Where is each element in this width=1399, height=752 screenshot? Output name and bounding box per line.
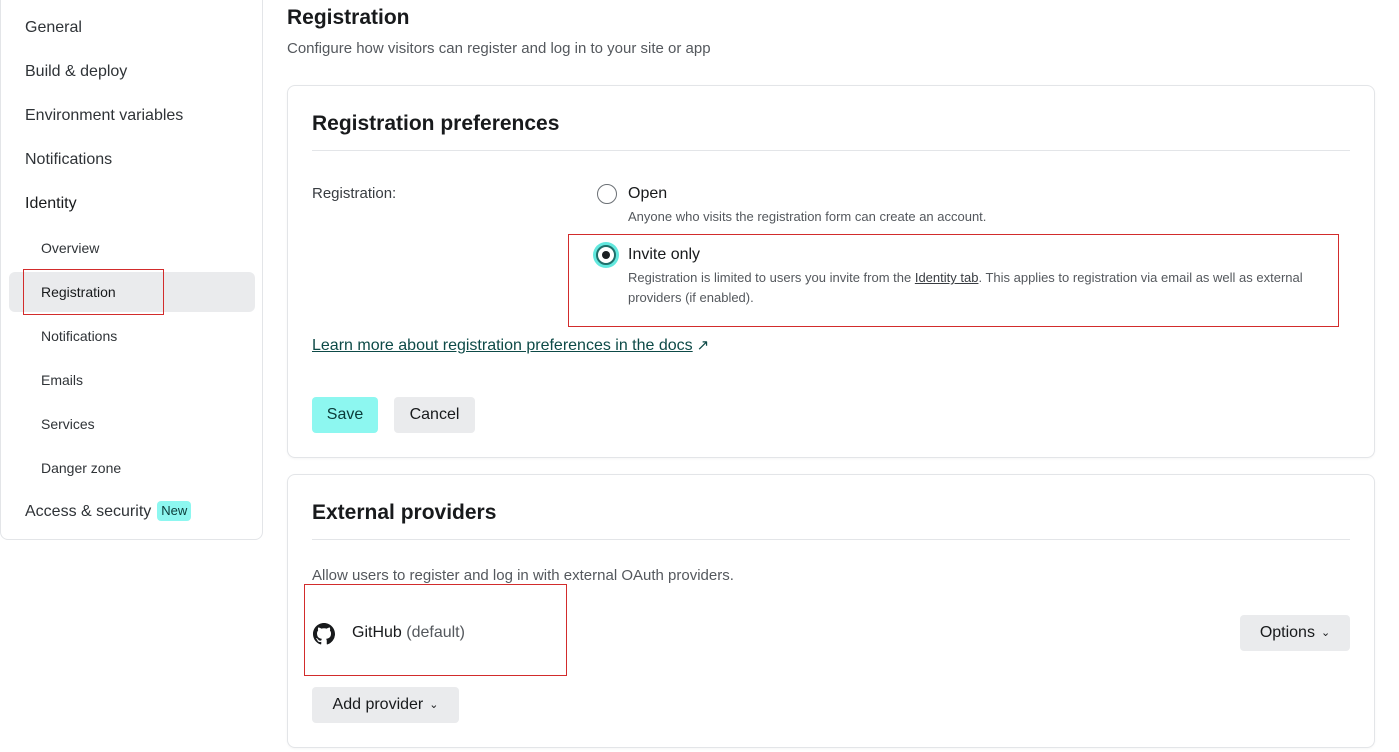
sidebar-subitem-services[interactable]: Services (41, 413, 95, 435)
card-title: Registration preferences (312, 112, 560, 135)
provider-row-github: GitHub (default) (352, 624, 465, 642)
sidebar-item-identity[interactable]: Identity (25, 192, 77, 216)
settings-sidebar: General Build & deploy Environment varia… (0, 0, 263, 540)
option-open-title[interactable]: Open (628, 185, 667, 203)
divider (312, 539, 1350, 540)
provider-options-button[interactable]: Options ⌄ (1240, 615, 1350, 651)
options-label: Options (1259, 624, 1315, 641)
sidebar-item-general[interactable]: General (25, 16, 82, 40)
divider (312, 150, 1350, 151)
github-icon (313, 623, 335, 645)
external-link-icon: ↗ (696, 337, 710, 354)
sidebar-subitem-registration[interactable]: Registration (41, 281, 116, 303)
sidebar-item-access-security[interactable]: Access & security New (25, 500, 192, 524)
sidebar-subitem-danger-zone[interactable]: Danger zone (41, 457, 121, 479)
cancel-button[interactable]: Cancel (394, 397, 475, 433)
chevron-down-icon: ⌄ (429, 699, 439, 711)
option-invite-only-description: Registration is limited to users you inv… (628, 268, 1348, 308)
providers-description: Allow users to register and log in with … (312, 567, 734, 584)
registration-field-label: Registration: (312, 185, 397, 202)
sidebar-item-label: Access & security (25, 503, 152, 520)
save-button[interactable]: Save (312, 397, 378, 433)
provider-default-label: (default) (406, 624, 465, 641)
external-providers-card: External providers Allow users to regist… (287, 474, 1375, 748)
sidebar-item-environment-variables[interactable]: Environment variables (25, 104, 183, 128)
add-provider-button[interactable]: Add provider ⌄ (312, 687, 459, 723)
option-invite-only-title[interactable]: Invite only (628, 246, 700, 264)
docs-link-label: Learn more about registration preference… (312, 337, 693, 354)
card-title: External providers (312, 501, 497, 524)
option-open-description: Anyone who visits the registration form … (628, 209, 987, 224)
sidebar-item-build-deploy[interactable]: Build & deploy (25, 60, 127, 84)
chevron-down-icon: ⌄ (1320, 627, 1331, 639)
registration-preferences-card: Registration preferences Registration: O… (287, 85, 1375, 458)
add-provider-label: Add provider (332, 696, 424, 713)
new-badge: New (157, 501, 192, 521)
docs-link[interactable]: Learn more about registration preference… (312, 336, 709, 355)
radio-invite-only[interactable] (596, 245, 616, 265)
provider-name: GitHub (352, 624, 402, 641)
description-text: Registration is limited to users you inv… (628, 270, 915, 285)
sidebar-subitem-overview[interactable]: Overview (41, 237, 99, 259)
sidebar-item-notifications[interactable]: Notifications (25, 148, 112, 172)
sidebar-subitem-emails[interactable]: Emails (41, 369, 83, 391)
page-subtitle: Configure how visitors can register and … (287, 40, 711, 57)
radio-open[interactable] (597, 184, 617, 204)
identity-tab-link[interactable]: Identity tab (915, 270, 979, 285)
page-title: Registration (287, 6, 410, 29)
sidebar-subitem-notifications[interactable]: Notifications (41, 325, 117, 347)
